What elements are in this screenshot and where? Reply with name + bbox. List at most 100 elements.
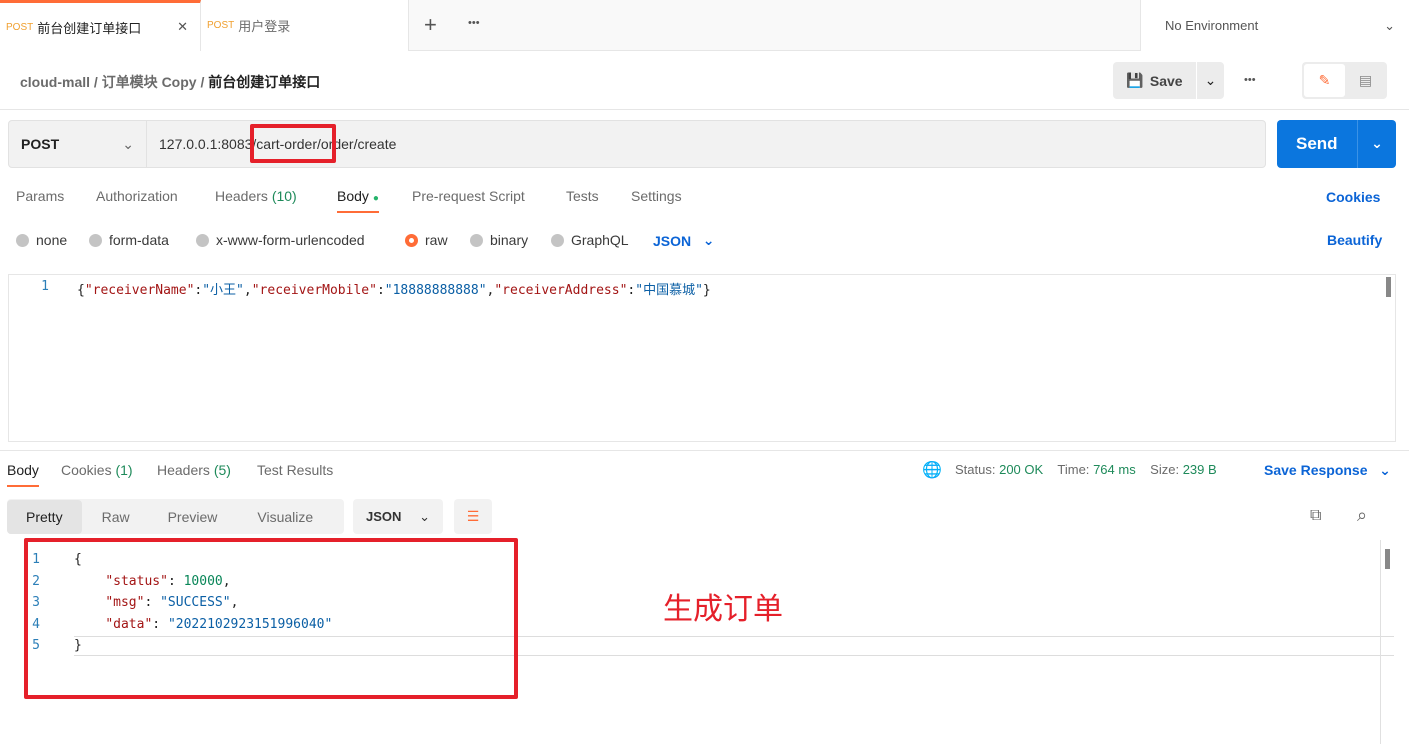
tab-label: Body	[337, 188, 369, 204]
beautify-link[interactable]: Beautify	[1327, 232, 1382, 248]
wrap-lines-icon[interactable]: ☰	[454, 499, 492, 534]
environment-label: No Environment	[1165, 18, 1259, 33]
format-label: JSON	[653, 232, 692, 249]
tab-create-order[interactable]: POST 前台创建订单接口 ✕	[0, 0, 201, 51]
view-toggle: ✎ ▤	[1302, 62, 1387, 99]
tab-headers[interactable]: Headers (10)	[215, 188, 297, 204]
chevron-down-icon: ⌄	[1384, 17, 1395, 33]
radio-urlencoded[interactable]: x-www-form-urlencoded	[196, 232, 365, 248]
globe-icon[interactable]: 🌐	[922, 460, 942, 480]
copy-icon[interactable]: ⧉	[1310, 507, 1321, 525]
format-label: JSON	[366, 509, 402, 524]
tab-method: POST	[207, 20, 235, 31]
divider	[0, 109, 1409, 110]
breadcrumb-item[interactable]: 订单模块 Copy	[102, 74, 197, 90]
view-visualize[interactable]: Visualize	[236, 509, 313, 525]
environment-select[interactable]: No Environment ⌄	[1140, 0, 1409, 51]
plus-icon[interactable]: +	[424, 12, 437, 38]
tab-count: (10)	[271, 188, 297, 204]
radio-label: binary	[490, 232, 529, 248]
tab-label: Headers	[215, 188, 268, 204]
request-bar: POST ⌄ 127.0.0.1:8083/cart-order/order/cr…	[8, 120, 1266, 168]
tab-tests[interactable]: Tests	[566, 188, 599, 204]
send-button[interactable]: Send ⌄	[1277, 120, 1396, 168]
view-mode-group: Pretty Raw Preview Visualize	[7, 499, 344, 534]
search-icon[interactable]: ⌕	[1357, 505, 1367, 526]
radio-binary[interactable]: binary	[470, 232, 528, 248]
method-select[interactable]: POST ⌄	[9, 121, 147, 167]
tab-user-login[interactable]: POST 用户登录	[201, 0, 409, 51]
status-label: Status:	[955, 462, 996, 477]
more-icon[interactable]: •••	[468, 17, 480, 29]
comment-icon[interactable]: ▤	[1346, 64, 1385, 97]
chevron-down-icon[interactable]: ⌄	[1357, 120, 1396, 168]
divider	[1380, 540, 1381, 744]
code-token: "receiverMobile"	[251, 283, 377, 298]
code-token: "中国慕城"	[635, 283, 703, 298]
cookies-link[interactable]: Cookies	[1326, 189, 1380, 205]
radio-graphql[interactable]: GraphQL	[551, 232, 629, 248]
code-token: }	[702, 283, 711, 298]
more-icon[interactable]: •••	[1244, 74, 1256, 86]
tab-count: (5)	[213, 462, 231, 478]
tab-body[interactable]: Body ●	[337, 188, 379, 213]
radio-label: GraphQL	[571, 232, 629, 248]
code-token: ,	[243, 283, 252, 298]
scrollbar[interactable]	[1386, 277, 1391, 297]
view-raw[interactable]: Raw	[82, 509, 149, 525]
body-format-select[interactable]: JSON ⌄	[653, 232, 715, 249]
radio-label: form-data	[109, 232, 169, 248]
code-line: 1 {"receiverName":"小王","receiverMobile":…	[29, 279, 711, 298]
response-status: Status: 200 OK Time: 764 ms Size: 239 B	[955, 462, 1217, 477]
radio-none[interactable]: none	[16, 232, 67, 248]
resp-tab-test-results[interactable]: Test Results	[257, 462, 333, 478]
tab-settings[interactable]: Settings	[631, 188, 682, 204]
tab-params[interactable]: Params	[16, 188, 64, 204]
tab-count: (1)	[115, 462, 133, 478]
divider	[0, 450, 1409, 451]
method-label: POST	[21, 136, 60, 152]
tab-authorization[interactable]: Authorization	[96, 188, 178, 204]
view-preview[interactable]: Preview	[149, 509, 237, 525]
breadcrumb: cloud-mall / 订单模块 Copy / 前台创建订单接口	[20, 74, 321, 90]
radio-label: raw	[425, 232, 448, 248]
chevron-down-icon: ⌄	[122, 135, 134, 152]
size-label: Size:	[1150, 462, 1180, 477]
tab-label: Headers	[157, 462, 210, 478]
save-response-label: Save Response	[1264, 462, 1368, 478]
dot-icon: ●	[372, 193, 379, 204]
response-format-select[interactable]: JSON ⌄	[353, 499, 443, 534]
resp-tab-body[interactable]: Body	[7, 462, 39, 487]
breadcrumb-item[interactable]: cloud-mall	[20, 74, 90, 90]
chevron-down-icon: ⌄	[419, 508, 430, 524]
save-button[interactable]: 💾 Save	[1113, 62, 1196, 99]
annotation-text: 生成订单	[663, 593, 783, 626]
radio-raw[interactable]: raw	[405, 232, 448, 248]
code-token: {	[77, 283, 85, 298]
radio-form-data[interactable]: form-data	[89, 232, 169, 248]
status-value[interactable]: 200 OK	[999, 462, 1043, 477]
size-value[interactable]: 239 B	[1183, 462, 1217, 477]
tab-title: 用户登录	[238, 19, 291, 34]
view-pretty[interactable]: Pretty	[7, 499, 82, 534]
code-text: {"receiverName":"小王","receiverMobile":"1…	[77, 279, 711, 298]
tab-label: Cookies	[61, 462, 112, 478]
edit-icon[interactable]: ✎	[1304, 64, 1345, 97]
scrollbar[interactable]	[1385, 549, 1390, 569]
save-label: Save	[1149, 72, 1183, 89]
save-icon: 💾	[1126, 72, 1144, 88]
close-icon[interactable]: ✕	[177, 19, 188, 35]
send-label: Send	[1296, 134, 1338, 153]
request-body-editor[interactable]: 1 {"receiverName":"小王","receiverMobile":…	[8, 274, 1396, 442]
resp-tab-cookies[interactable]: Cookies (1)	[61, 462, 133, 478]
chevron-down-icon: ⌄	[702, 232, 715, 248]
code-token: :	[376, 283, 385, 298]
resp-tab-headers[interactable]: Headers (5)	[157, 462, 231, 478]
highlight-box	[250, 124, 336, 163]
time-value[interactable]: 764 ms	[1093, 462, 1136, 477]
breadcrumb-current: 前台创建订单接口	[208, 74, 321, 90]
tab-pre-request-script[interactable]: Pre-request Script	[412, 188, 525, 204]
save-options-button[interactable]: ⌄	[1197, 62, 1224, 99]
save-response-button[interactable]: Save Response ⌄	[1264, 462, 1391, 479]
chevron-down-icon: ⌄	[1379, 462, 1391, 478]
